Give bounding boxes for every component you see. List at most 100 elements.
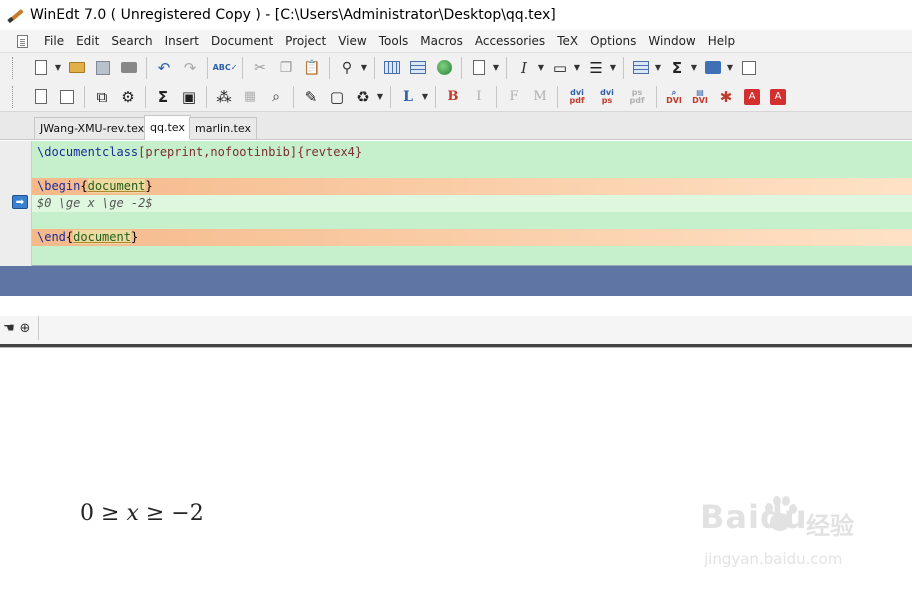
menu-options[interactable]: Options bbox=[584, 30, 642, 52]
bug-button[interactable]: ✱ bbox=[715, 86, 737, 108]
tree-button[interactable]: ⧉ bbox=[91, 86, 113, 108]
toolbar-grip[interactable] bbox=[12, 57, 15, 79]
menu-document[interactable]: Document bbox=[205, 30, 279, 52]
web-button[interactable] bbox=[433, 57, 455, 79]
font-m-button[interactable]: M bbox=[529, 86, 551, 108]
bookmark-dropdown[interactable]: ▼ bbox=[726, 63, 734, 72]
gather-multi-icon: ⁂ bbox=[216, 87, 232, 106]
dvi-ps-button[interactable]: dvi ps bbox=[594, 86, 620, 108]
bookmark-button[interactable] bbox=[702, 57, 724, 79]
screen-button[interactable]: ▢ bbox=[326, 86, 348, 108]
blank-doc-button[interactable] bbox=[56, 86, 78, 108]
new-from-template-button[interactable] bbox=[30, 86, 52, 108]
code-editor[interactable]: ➡ \documentclass[preprint,nofootinbib]{r… bbox=[0, 141, 912, 266]
tab-jwang-xmu-rev[interactable]: JWang-XMU-rev.tex bbox=[34, 117, 151, 139]
frame-button[interactable]: ▭ bbox=[549, 57, 571, 79]
italic-format-button[interactable]: I bbox=[468, 86, 490, 108]
menu-project[interactable]: Project bbox=[279, 30, 332, 52]
gather-button[interactable]: ⚙ bbox=[117, 86, 139, 108]
document-template-button[interactable] bbox=[468, 57, 490, 79]
bug-icon: ✱ bbox=[719, 87, 733, 106]
zoom-button[interactable]: ⌕ bbox=[265, 86, 287, 108]
magnifier-icon: ⌕ bbox=[272, 88, 280, 105]
list-button[interactable]: ☰ bbox=[585, 57, 607, 79]
new-document-dropdown[interactable]: ▼ bbox=[54, 63, 62, 72]
template-icon bbox=[473, 60, 485, 75]
sum-dropdown[interactable]: ▼ bbox=[690, 63, 698, 72]
dvi-search-button[interactable]: ⌕ DVI bbox=[663, 86, 685, 108]
color-button[interactable]: ✎ bbox=[300, 86, 322, 108]
sum-button[interactable]: Σ bbox=[666, 57, 688, 79]
tab-marlin[interactable]: marlin.tex bbox=[189, 117, 257, 139]
table-button[interactable] bbox=[407, 57, 429, 79]
redo-button[interactable]: ↷ bbox=[179, 57, 201, 79]
menu-file[interactable]: File bbox=[38, 30, 70, 52]
menu-help[interactable]: Help bbox=[702, 30, 741, 52]
menu-edit[interactable]: Edit bbox=[70, 30, 105, 52]
code-line-math[interactable]: $0 \ge x \ge -2$ bbox=[32, 195, 912, 212]
pdf-export-button[interactable]: A bbox=[767, 86, 789, 108]
math-button[interactable]: Σ bbox=[152, 86, 174, 108]
latex-dropdown[interactable]: ▼ bbox=[421, 92, 429, 101]
save-button[interactable] bbox=[92, 57, 114, 79]
find-dropdown[interactable]: ▼ bbox=[360, 63, 368, 72]
bold-button[interactable]: B bbox=[442, 86, 464, 108]
code-line-end[interactable]: \end{document} bbox=[32, 229, 912, 246]
frame-dropdown[interactable]: ▼ bbox=[573, 63, 581, 72]
ps-pdf-button[interactable]: ps pdf bbox=[624, 86, 650, 108]
code-line-begin[interactable]: \begin{document} bbox=[32, 178, 912, 195]
end-button[interactable] bbox=[738, 57, 760, 79]
menu-accessories[interactable]: Accessories bbox=[469, 30, 551, 52]
font-f-button[interactable]: F bbox=[503, 86, 525, 108]
print-button[interactable] bbox=[118, 57, 140, 79]
zoom-tool-icon[interactable]: ⊕ bbox=[16, 319, 34, 337]
paste-icon: 📋 bbox=[303, 59, 321, 76]
italic-button[interactable]: I bbox=[513, 57, 535, 79]
paste-button[interactable]: 📋 bbox=[301, 57, 323, 79]
menu-tools[interactable]: Tools bbox=[373, 30, 415, 52]
recycle-dropdown[interactable]: ▼ bbox=[376, 92, 384, 101]
menu-view[interactable]: View bbox=[332, 30, 372, 52]
tabular-button[interactable] bbox=[630, 57, 652, 79]
gather-multi-button[interactable]: ⁂ bbox=[213, 86, 235, 108]
book-icon bbox=[705, 61, 721, 74]
template-dropdown[interactable]: ▼ bbox=[492, 63, 500, 72]
dvi-view-button[interactable]: ▤ DVI bbox=[689, 86, 711, 108]
new-template-icon bbox=[35, 89, 47, 104]
new-document-button[interactable] bbox=[30, 57, 52, 79]
watermark-url: jingyan.baidu.com bbox=[704, 550, 843, 568]
image-button[interactable] bbox=[381, 57, 403, 79]
tabular-dropdown[interactable]: ▼ bbox=[654, 63, 662, 72]
open-button[interactable] bbox=[66, 57, 88, 79]
latex-button[interactable]: L bbox=[397, 86, 419, 108]
document-menu-icon[interactable] bbox=[17, 34, 28, 48]
spell-check-button[interactable]: ABC✓ bbox=[213, 57, 238, 79]
copy-button[interactable]: ❐ bbox=[275, 57, 297, 79]
pdf-view-button[interactable]: A bbox=[741, 86, 763, 108]
menu-macros[interactable]: Macros bbox=[414, 30, 469, 52]
tab-qq[interactable]: qq.tex bbox=[144, 115, 191, 140]
toolbar-separator bbox=[623, 56, 624, 79]
toolbar-separator bbox=[242, 56, 243, 79]
toolbar-separator bbox=[293, 85, 294, 108]
window-title: WinEdt 7.0 ( Unregistered Copy ) - [C:\U… bbox=[30, 7, 556, 23]
italic-dropdown[interactable]: ▼ bbox=[537, 63, 545, 72]
winedt-app-icon[interactable] bbox=[7, 7, 24, 24]
menu-search[interactable]: Search bbox=[105, 30, 158, 52]
recycle-button[interactable]: ♻ bbox=[352, 86, 374, 108]
insert-button[interactable]: ▣ bbox=[178, 86, 200, 108]
undo-button[interactable]: ↶ bbox=[153, 57, 175, 79]
menu-tex[interactable]: TeX bbox=[551, 30, 584, 52]
dvi-pdf-button[interactable]: dvi pdf bbox=[564, 86, 590, 108]
format-button[interactable]: ▦ bbox=[239, 86, 261, 108]
code-line-1[interactable]: \documentclass[preprint,nofootinbib]{rev… bbox=[32, 144, 912, 161]
list-dropdown[interactable]: ▼ bbox=[609, 63, 617, 72]
menu-insert[interactable]: Insert bbox=[159, 30, 205, 52]
image-icon bbox=[384, 61, 400, 74]
menu-window[interactable]: Window bbox=[642, 30, 701, 52]
find-button[interactable]: ⚲ bbox=[336, 57, 358, 79]
toolbar-grip[interactable] bbox=[12, 86, 15, 108]
cut-button[interactable]: ✂ bbox=[249, 57, 271, 79]
splitter-band[interactable] bbox=[0, 266, 912, 296]
frame-icon: ▭ bbox=[552, 58, 568, 77]
